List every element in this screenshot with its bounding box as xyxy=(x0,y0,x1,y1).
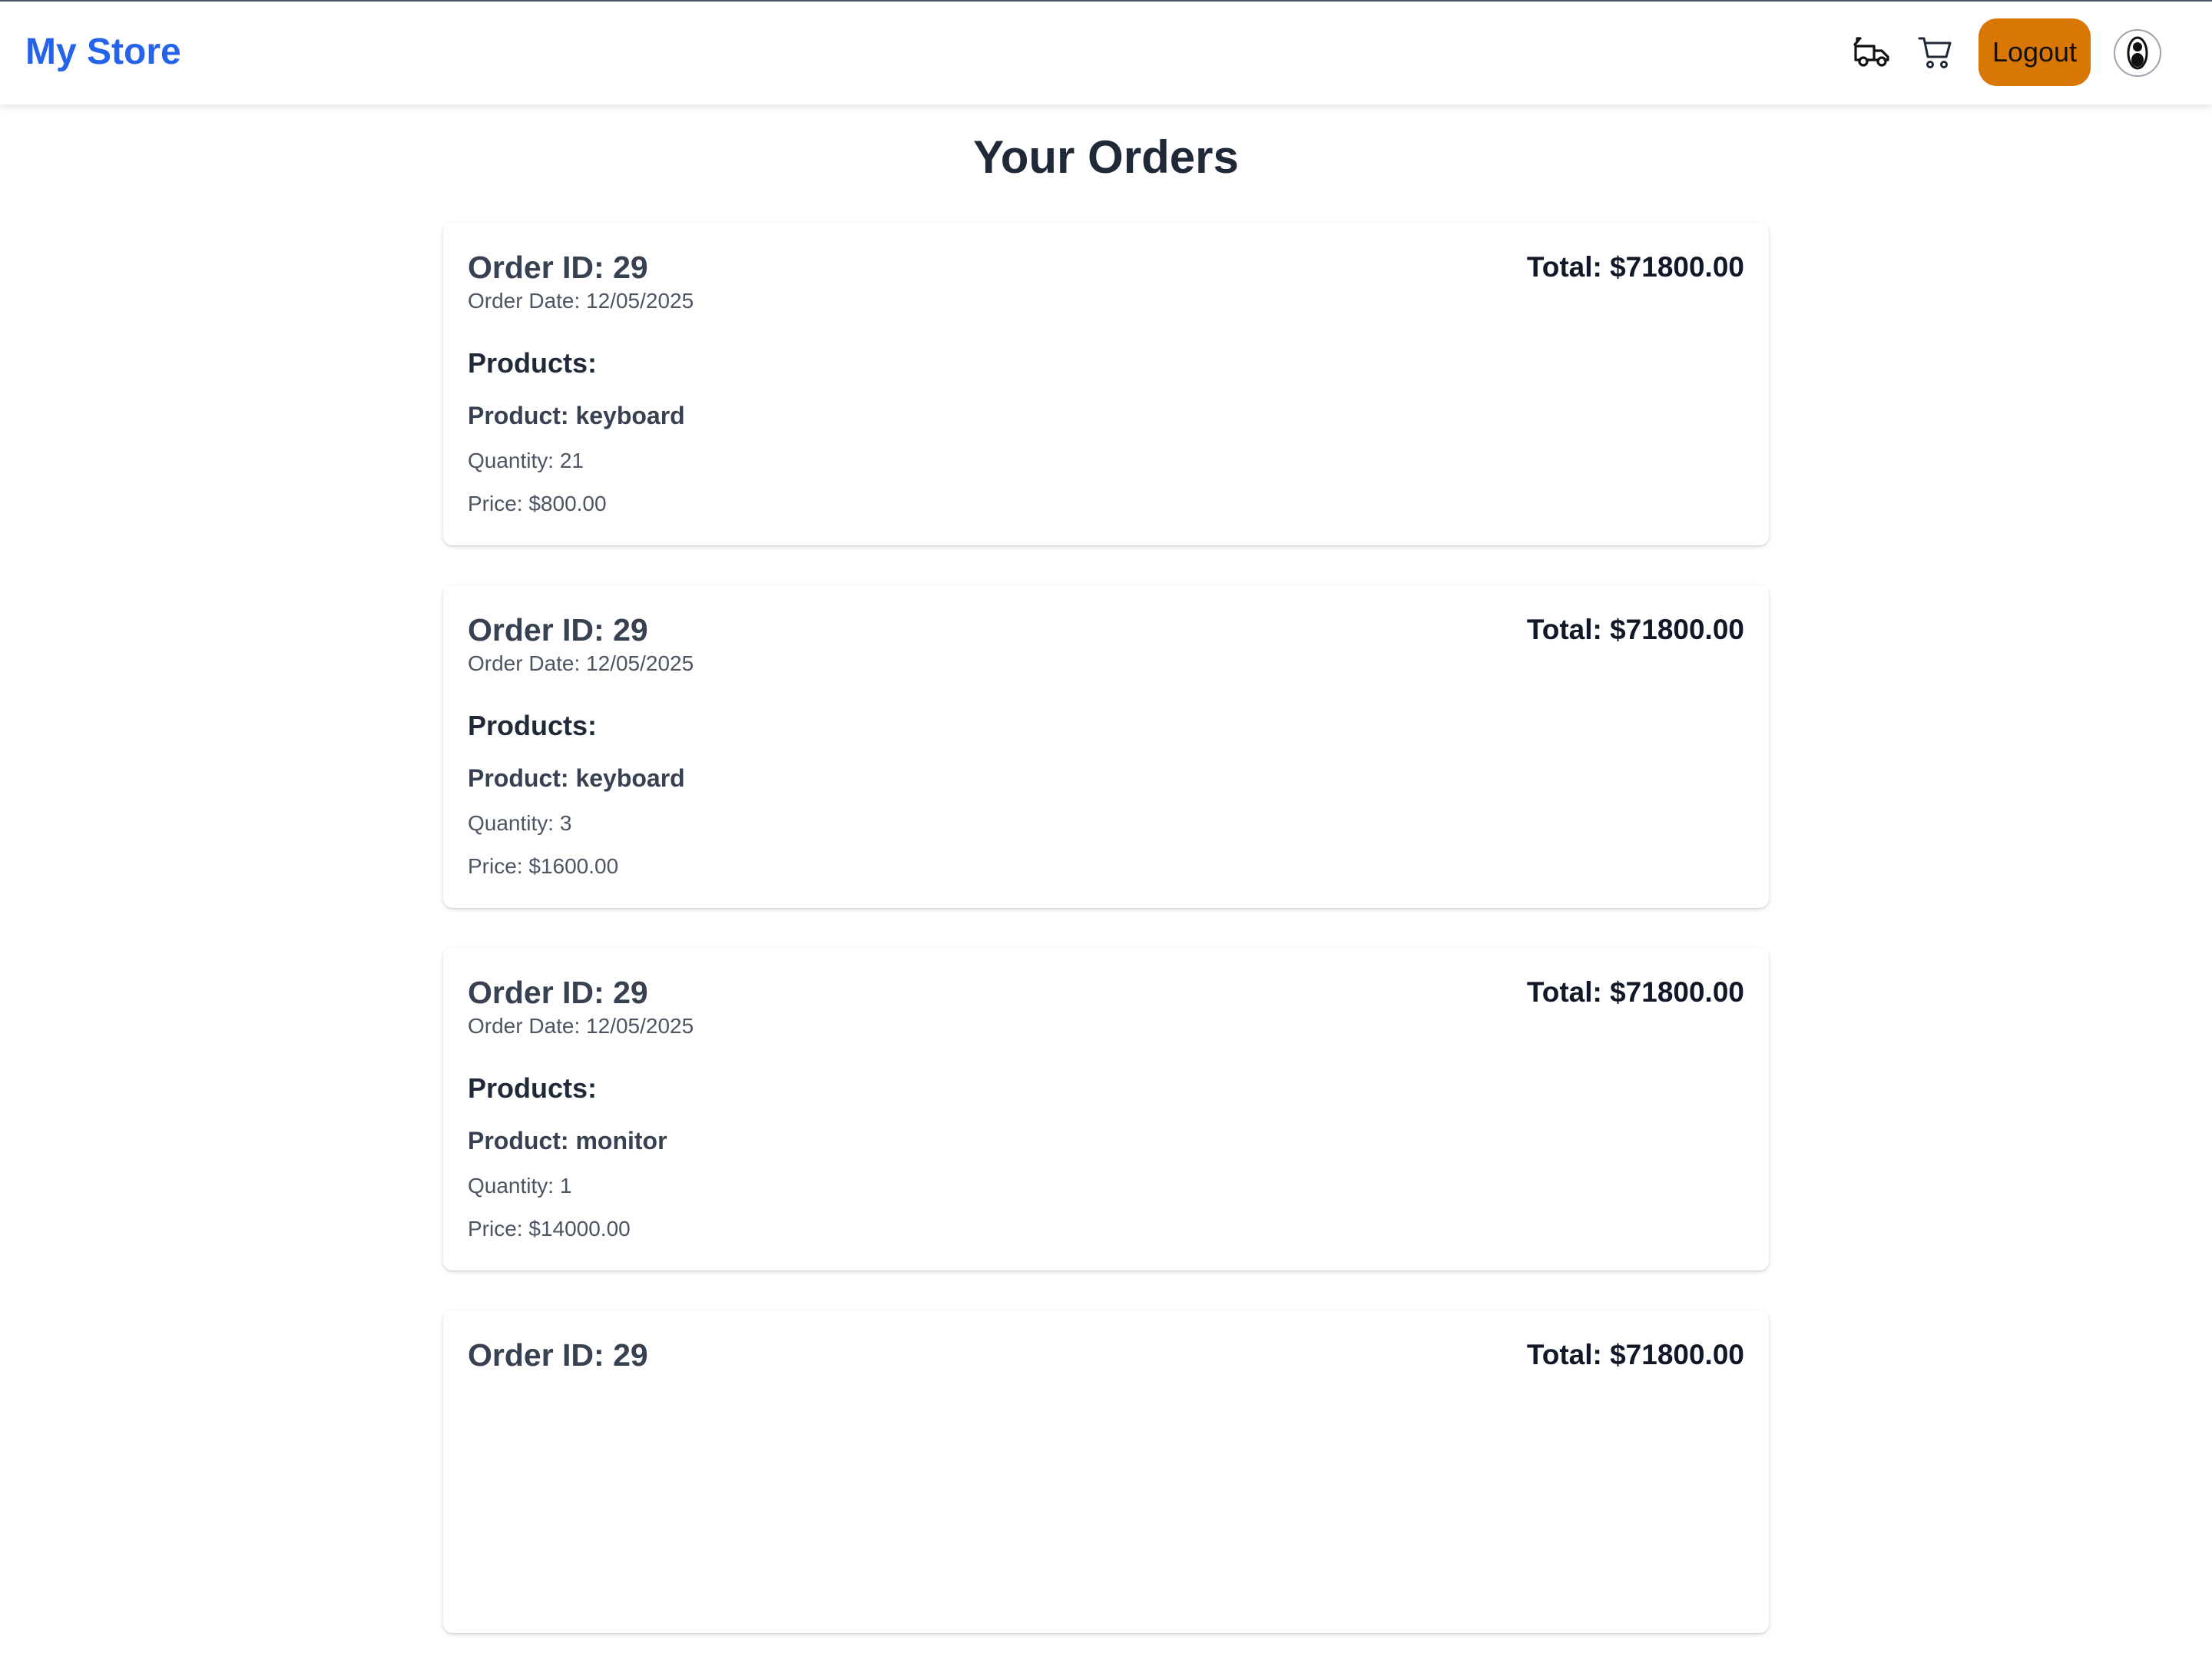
product-name: Product: keyboard xyxy=(468,764,685,792)
product-quantity: Quantity: 1 xyxy=(468,1174,572,1198)
order-card: Order ID: 29 Order Date: 12/05/2025 Tota… xyxy=(443,948,1769,1270)
order-card: Order ID: 29 Order Date: 12/05/2025 Tota… xyxy=(443,585,1769,908)
order-date: Order Date: 12/05/2025 xyxy=(468,1014,694,1038)
product-price: Price: $1600.00 xyxy=(468,854,619,878)
order-date: Order Date: 12/05/2025 xyxy=(468,651,694,675)
delivery-truck-icon[interactable] xyxy=(1853,35,1892,75)
products-heading: Products: xyxy=(468,710,598,741)
order-id: Order ID: 29 xyxy=(468,612,648,648)
order-total: Total: $71800.00 xyxy=(1526,976,1744,1008)
order-id: Order ID: 29 xyxy=(468,975,648,1010)
product-name: Product: monitor xyxy=(468,1127,667,1155)
order-id: Order ID: 29 xyxy=(468,1337,648,1373)
order-total: Total: $71800.00 xyxy=(1526,1339,1744,1370)
product-price: Price: $14000.00 xyxy=(468,1217,631,1241)
order-date: Order Date: 12/05/2025 xyxy=(468,289,694,313)
store-logo-link[interactable]: My Store xyxy=(25,28,181,77)
product-name: Product: keyboard xyxy=(468,402,685,429)
order-card: Order ID: 29 Order Date: 12/05/2025 Tota… xyxy=(443,223,1769,545)
avatar-icon[interactable] xyxy=(2114,29,2161,77)
orders-list: Order ID: 29 Order Date: 12/05/2025 Tota… xyxy=(443,223,1769,1673)
order-id: Order ID: 29 xyxy=(468,250,648,285)
product-quantity: Quantity: 21 xyxy=(468,449,584,472)
product-quantity: Quantity: 3 xyxy=(468,811,572,835)
cart-icon[interactable] xyxy=(1917,35,1954,75)
order-total: Total: $71800.00 xyxy=(1526,251,1744,283)
product-price: Price: $800.00 xyxy=(468,492,607,515)
logout-button[interactable]: Logout xyxy=(1979,18,2091,86)
page-title: Your Orders xyxy=(973,131,1239,183)
order-card: Order ID: 29 Total: $71800.00 xyxy=(443,1310,1769,1633)
order-total: Total: $71800.00 xyxy=(1526,614,1744,645)
top-navbar: My Store Logout xyxy=(0,0,2212,104)
products-heading: Products: xyxy=(468,347,598,379)
products-heading: Products: xyxy=(468,1072,598,1104)
